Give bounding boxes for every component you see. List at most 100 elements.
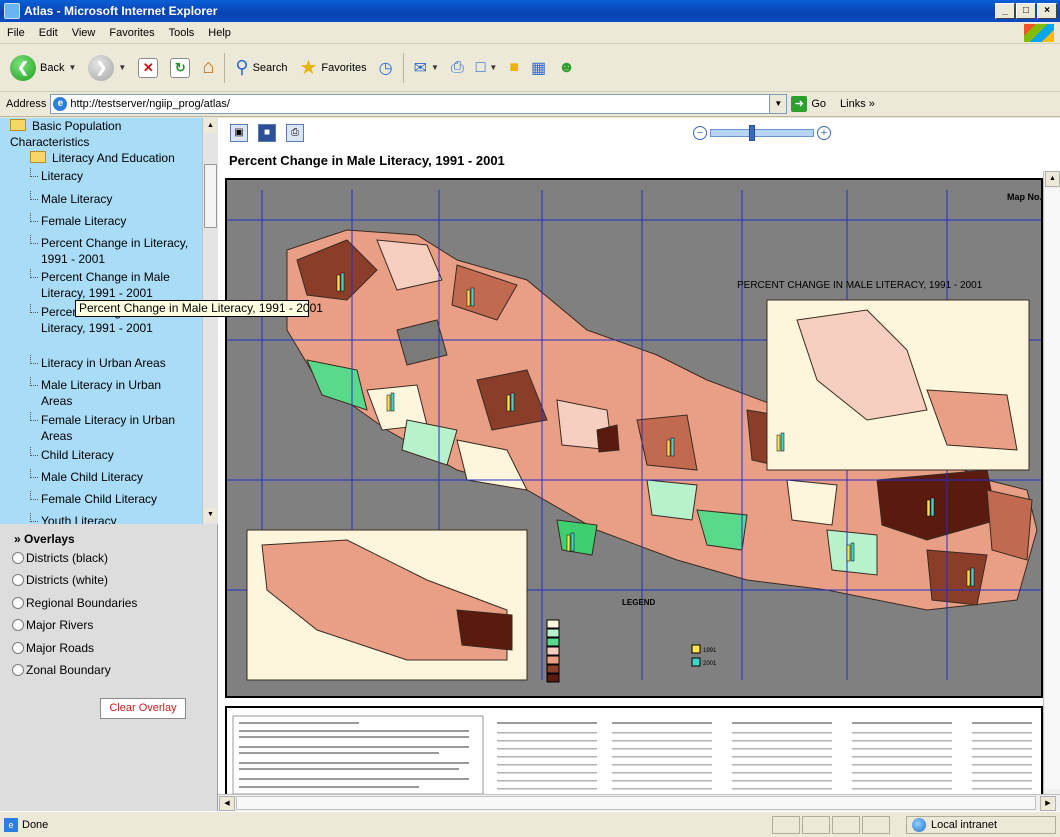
zoom-slider-knob[interactable] (749, 125, 755, 141)
forward-dropdown-icon[interactable]: ▼ (118, 63, 126, 72)
full-extent-icon[interactable]: ▣ (230, 124, 248, 142)
print-button[interactable]: ⎙ (447, 57, 468, 79)
edit-button[interactable]: □ ▼ (472, 57, 502, 79)
tree-item-male-literacy[interactable]: Male Literacy (41, 191, 112, 207)
nepal-map-svg: Map No. 5 PERCENT CHANGE IN MALE LITERAC… (227, 180, 1041, 696)
scroll-up-icon[interactable]: ▲ (204, 119, 217, 133)
history-button[interactable]: ◷ (375, 56, 397, 80)
mail-dropdown-icon[interactable]: ▼ (431, 63, 439, 72)
overlay-major-roads[interactable]: Major Roads (12, 641, 94, 655)
zoom-slider[interactable] (710, 125, 814, 141)
history-icon: ◷ (378, 59, 393, 77)
minimize-button[interactable]: _ (995, 3, 1015, 19)
page-scroll-thumb[interactable] (1045, 189, 1060, 789)
tree-item-pct-change-male-literacy[interactable]: Percent Change in Male Literacy, 1991 - … (41, 269, 196, 301)
back-button[interactable]: ❮ Back ▼ (6, 53, 80, 83)
search-label: Search (252, 61, 288, 74)
tree-item-literacy-education[interactable]: Literacy And Education (30, 150, 175, 166)
clear-overlay-button[interactable]: Clear Overlay (100, 698, 186, 719)
tree-item-child-literacy[interactable]: Child Literacy (41, 447, 114, 463)
zoom-out-icon[interactable]: − (693, 126, 707, 140)
overlay-major-rivers[interactable]: Major Rivers (12, 618, 93, 632)
refresh-button[interactable]: ↻ (166, 56, 194, 80)
tree-scroll-thumb[interactable] (204, 164, 217, 228)
scroll-left-icon[interactable]: ◀ (219, 796, 235, 811)
scroll-down-icon[interactable]: ▼ (204, 508, 217, 522)
menu-help[interactable]: Help (201, 27, 238, 39)
tree-branch (30, 412, 38, 421)
close-button[interactable]: × (1037, 3, 1057, 19)
go-arrow-icon: ➜ (791, 96, 808, 112)
zoom-in-icon[interactable]: + (817, 126, 831, 140)
page-horizontal-scrollbar[interactable]: ◀ ▶ (218, 794, 1060, 811)
scroll-up-icon[interactable]: ▲ (1045, 171, 1060, 187)
scroll-right-icon[interactable]: ▶ (1040, 796, 1056, 811)
research-button[interactable]: ▦ (527, 56, 550, 80)
tree-item-female-urban-literacy[interactable]: Female Literacy in Urban Areas (41, 412, 191, 444)
save-icon[interactable]: ■ (258, 124, 276, 142)
tree-branch (30, 447, 38, 456)
address-input[interactable]: e http://testserver/ngiip_prog/atlas/ ▼ (50, 94, 788, 114)
go-button[interactable]: ➜ Go (791, 96, 826, 112)
messenger-button[interactable]: ☻ (554, 57, 579, 79)
security-zone[interactable]: Local intranet (906, 816, 1056, 834)
tree-branch (30, 469, 38, 478)
edit-dropdown-icon[interactable]: ▼ (489, 63, 497, 72)
overlay-label: Major Rivers (26, 618, 94, 632)
overlay-districts-black[interactable]: Districts (black) (12, 551, 108, 565)
research-icon: ▦ (531, 59, 547, 77)
tree-item-literacy[interactable]: Literacy (41, 168, 83, 184)
tree-item-pct-change-literacy[interactable]: Percent Change in Literacy, 1991 - 2001 (41, 235, 191, 267)
page-icon: e (53, 97, 68, 111)
tree-item-male-urban-literacy[interactable]: Male Literacy in Urban Areas (41, 377, 191, 409)
tree-item-urban-literacy[interactable]: Literacy in Urban Areas (41, 355, 166, 371)
menu-favorites[interactable]: Favorites (102, 27, 161, 39)
radio-button[interactable] (12, 664, 24, 676)
tree-item-female-literacy[interactable]: Female Literacy (41, 213, 126, 229)
home-button[interactable]: ⌂ (198, 54, 218, 81)
map-image[interactable]: Map No. 5 PERCENT CHANGE IN MALE LITERAC… (225, 178, 1043, 698)
radio-button[interactable] (12, 619, 24, 631)
radio-button[interactable] (12, 597, 24, 609)
stop-button[interactable]: ✕ (134, 56, 162, 80)
window-title: Atlas - Microsoft Internet Explorer (24, 4, 218, 18)
radio-button[interactable] (12, 574, 24, 586)
overlay-districts-white[interactable]: Districts (white) (12, 573, 108, 587)
forward-arrow-icon: ❯ (88, 54, 115, 81)
links-button[interactable]: Links » (840, 98, 875, 110)
refresh-icon: ↻ (170, 57, 191, 78)
forward-button[interactable]: ❯ ▼ (84, 53, 130, 83)
back-dropdown-icon[interactable]: ▼ (68, 63, 76, 72)
tree-item-basic-population[interactable]: Basic Population Characteristics (10, 118, 200, 150)
stop-icon: ✕ (138, 57, 159, 78)
print-map-icon[interactable]: ⎙ (286, 124, 304, 142)
print-icon: ⎙ (450, 58, 464, 76)
discuss-button[interactable]: ■ (505, 57, 523, 79)
messenger-icon: ☻ (558, 58, 575, 76)
maximize-button[interactable]: □ (1016, 3, 1036, 19)
page-vertical-scrollbar[interactable]: ▲ ▼ (1043, 171, 1060, 831)
tree-branch (30, 213, 38, 222)
mail-button[interactable]: ✉ ▼ (410, 56, 443, 80)
tree-item-male-child-literacy[interactable]: Male Child Literacy (41, 469, 143, 485)
search-button[interactable]: ⚲ Search (231, 55, 291, 80)
tree-branch (30, 269, 38, 278)
tree-branch (30, 513, 38, 522)
favorites-button[interactable]: ★ Favorites (295, 53, 370, 82)
overlay-zonal-boundary[interactable]: Zonal Boundary (12, 663, 111, 677)
menu-edit[interactable]: Edit (32, 27, 65, 39)
radio-button[interactable] (12, 642, 24, 654)
menu-tools[interactable]: Tools (162, 27, 202, 39)
status-text: Done (22, 818, 49, 831)
address-dropdown-icon[interactable]: ▼ (769, 95, 787, 113)
radio-button[interactable] (12, 552, 24, 564)
horizontal-scroll-thumb[interactable] (236, 796, 1036, 810)
tree-item-female-child-literacy[interactable]: Female Child Literacy (41, 491, 157, 507)
district-patch (556, 519, 598, 556)
menu-view[interactable]: View (65, 27, 103, 39)
tree-item-youth-literacy[interactable]: Youth Literacy (41, 513, 117, 524)
overlay-regional-boundaries[interactable]: Regional Boundaries (12, 596, 137, 610)
menu-file[interactable]: File (0, 27, 32, 39)
tree-scrollbar[interactable]: ▲ ▼ (202, 118, 218, 524)
status-cells (772, 816, 890, 834)
